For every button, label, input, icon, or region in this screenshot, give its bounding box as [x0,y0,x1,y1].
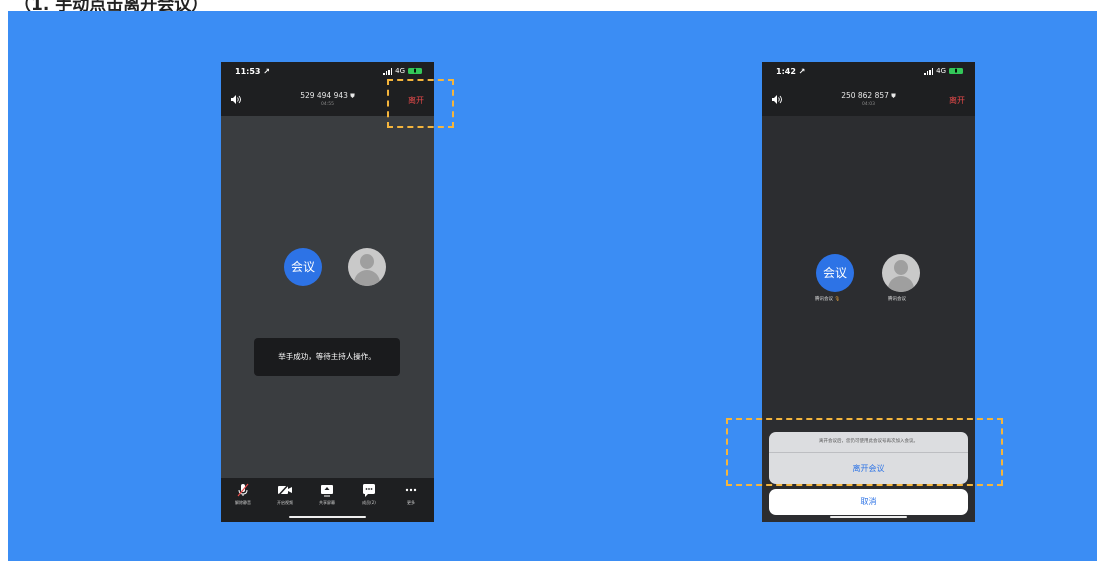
bottom-toolbar: 解除静音 开启视频 共享屏幕 成员(2) 更多 [221,478,434,522]
highlight-leave-button [387,79,454,128]
canvas: 11:53 ↗ 4G ▮ 529 494 943 ⛊ 04:55 离开 会议 举… [8,11,1097,561]
share-screen-icon [321,485,333,497]
meeting-id-text: 529 494 943 [300,91,348,100]
mic-muted-icon [237,483,249,497]
signal-icon [924,67,934,75]
members-button[interactable]: 成员(2) [354,483,384,506]
meeting-header: 250 862 857 ⛊ 04:03 离开 [762,84,975,116]
battery-icon: ▮ [949,68,963,74]
video-off-icon [277,483,292,497]
network-label: 4G [936,67,946,75]
more-label: 更多 [407,500,415,505]
members-icon [363,484,375,497]
video-stage: 会议 举手成功，等待主持人操作。 [221,116,434,490]
avatar-meeting[interactable]: 会议 [284,248,322,286]
start-video-label: 开启视频 [277,500,293,505]
signal-icon [383,67,393,75]
avatar-user[interactable] [348,248,386,286]
status-bar: 1:42 ↗ 4G ▮ [762,62,975,84]
status-indicators: 4G ▮ [924,67,963,75]
meeting-duration: 04:03 [862,102,875,107]
status-indicators: 4G ▮ [383,67,422,75]
meeting-id[interactable]: 250 862 857 ⛊ [762,91,975,101]
unmute-button[interactable]: 解除静音 [228,483,258,506]
more-button[interactable]: 更多 [396,483,426,506]
battery-icon: ▮ [408,68,422,74]
status-time: 1:42 ↗ [776,67,806,76]
status-time: 11:53 ↗ [235,67,270,76]
participant-name: 腾讯会议 [888,297,906,302]
toast-message: 举手成功，等待主持人操作。 [254,338,400,376]
start-video-button[interactable]: 开启视频 [270,483,300,506]
more-icon [405,488,417,492]
meeting-id-text: 250 862 857 [841,91,889,100]
home-indicator[interactable] [830,515,907,518]
members-label: 成员(2) [362,500,376,505]
share-screen-label: 共享屏幕 [319,500,335,505]
network-label: 4G [395,67,405,75]
page-caption: （1. 手动点击离开会议） [14,0,209,15]
phone-left-screen: 11:53 ↗ 4G ▮ 529 494 943 ⛊ 04:55 离开 会议 举… [221,62,434,522]
share-screen-button[interactable]: 共享屏幕 [312,483,342,506]
participant-name-text: 腾讯会议 [815,297,833,302]
shield-icon: ⛊ [350,93,355,100]
highlight-action-sheet [726,418,1003,486]
cancel-button[interactable]: 取消 [769,489,968,515]
participant-name: 腾讯会议 🎙 [815,296,840,302]
avatar-meeting[interactable]: 会议 [816,254,854,292]
unmute-label: 解除静音 [235,500,251,505]
mic-icon: 🎙 [834,297,841,302]
avatar-user[interactable] [882,254,920,292]
shield-icon: ⛊ [891,93,896,100]
leave-button[interactable]: 离开 [949,95,965,106]
home-indicator[interactable] [289,515,366,518]
